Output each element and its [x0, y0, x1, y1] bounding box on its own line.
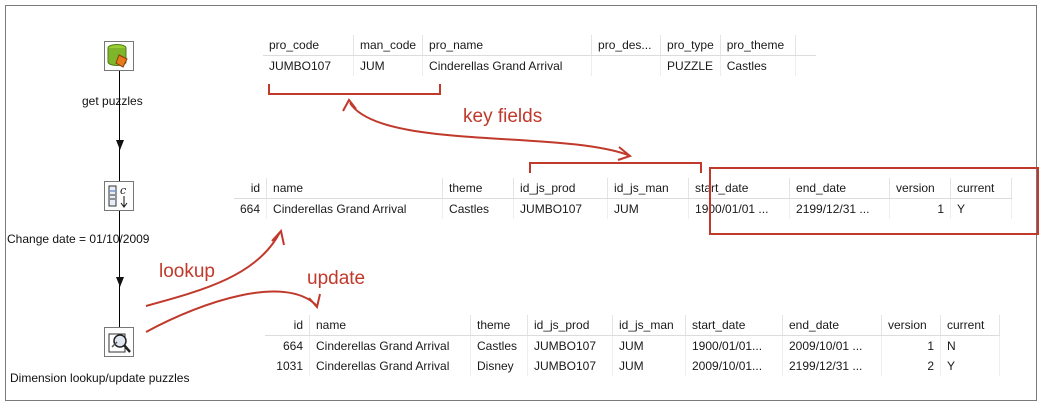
- key-fields-label: key fields: [463, 106, 543, 127]
- bracket-lookup-key: [529, 162, 702, 173]
- update-arrow: [145, 290, 317, 333]
- update-label: update: [307, 268, 366, 289]
- lookup-label: lookup: [159, 261, 215, 282]
- arrow-head-icon: [308, 293, 321, 310]
- annotation-overlay: [145, 84, 702, 333]
- bracket-source-key: [268, 84, 441, 95]
